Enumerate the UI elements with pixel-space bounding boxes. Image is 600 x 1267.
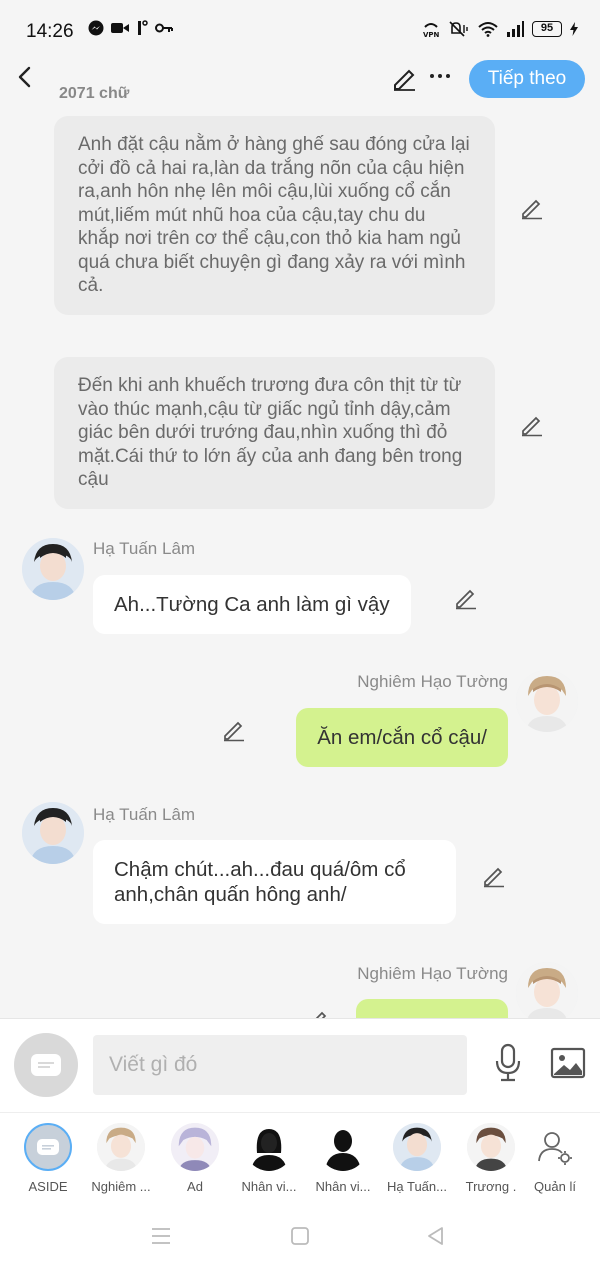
- character-item[interactable]: Nhân vi...: [306, 1123, 380, 1194]
- messenger-icon: [88, 20, 104, 36]
- character-name: Quản lí: [534, 1179, 576, 1194]
- microphone-icon: [495, 1043, 521, 1082]
- avatar[interactable]: [22, 802, 84, 864]
- avatar-nghiem-hao-tuong: [516, 962, 578, 1018]
- svg-text:VPN: VPN: [423, 31, 440, 38]
- character-name: Nhân vi...: [241, 1179, 297, 1194]
- back-button[interactable]: [10, 62, 38, 92]
- status-bar: 14:26 VPN 95: [0, 0, 600, 60]
- speaker-name: Nghiêm Hạo Tường: [357, 672, 508, 691]
- battery-indicator: 95: [532, 21, 562, 37]
- avatar: [97, 1123, 145, 1171]
- character-name: Nhân vi...: [315, 1179, 371, 1194]
- pencil-icon[interactable]: [306, 1008, 330, 1018]
- character-bar: ASIDE Nghiêm ... Ad Nhân vi... Nhân vi..…: [0, 1112, 600, 1202]
- character-item[interactable]: Hạ Tuấn...: [380, 1123, 454, 1194]
- pencil-icon: [394, 69, 415, 91]
- top-toolbar: 2071 chữ Tiếp theo: [0, 56, 600, 110]
- more-options-button[interactable]: [429, 62, 451, 94]
- character-name: ASIDE: [28, 1179, 68, 1194]
- chat-area[interactable]: Anh đặt cậu nằm ở hàng ghế sau đóng cửa …: [0, 110, 600, 1018]
- character-aside[interactable]: ASIDE: [11, 1123, 85, 1194]
- video-icon: [111, 23, 129, 33]
- message-bubble[interactable]: [356, 999, 508, 1018]
- avatar: [171, 1123, 219, 1171]
- pencil-icon[interactable]: [222, 718, 246, 742]
- character-item[interactable]: Nhân vi...: [232, 1123, 306, 1194]
- character-item[interactable]: Ad: [158, 1123, 232, 1194]
- input-bar: [0, 1018, 600, 1112]
- menu-icon[interactable]: [151, 1227, 171, 1245]
- wifi-icon: [478, 22, 498, 37]
- chevron-left-icon: [18, 66, 31, 88]
- avatar: [319, 1123, 367, 1171]
- avatar-ha-tuan-lam: [22, 538, 84, 600]
- avatar-nghiem-hao-tuong: [97, 1123, 145, 1171]
- speaker-name: Hạ Tuấn Lâm: [93, 805, 196, 824]
- message-bubble[interactable]: Chậm chút...ah...đau quá/ôm cổ anh,chân …: [93, 840, 456, 924]
- mute-icon: [449, 21, 468, 37]
- speaker-name: Hạ Tuấn Lâm: [93, 539, 196, 558]
- narration-bubble[interactable]: Đến khi anh khuếch trương đưa côn thịt t…: [54, 357, 495, 509]
- chat-bubble-icon: [31, 1054, 61, 1076]
- message-input[interactable]: [93, 1035, 467, 1095]
- pencil-icon[interactable]: [520, 196, 544, 220]
- avatar: [393, 1123, 441, 1171]
- avatar-ad: [171, 1123, 219, 1171]
- character-name: Hạ Tuấn...: [387, 1179, 447, 1194]
- next-button[interactable]: Tiếp theo: [469, 60, 585, 98]
- temperature-icon: [138, 20, 148, 35]
- voice-button[interactable]: [492, 1043, 524, 1088]
- character-name: Nghiêm ...: [91, 1179, 151, 1194]
- back-triangle-icon[interactable]: [426, 1226, 446, 1246]
- pencil-icon[interactable]: [520, 413, 544, 437]
- avatar: [245, 1123, 293, 1171]
- chat-bubble-icon: [37, 1139, 59, 1155]
- status-right-icons: VPN 95: [422, 20, 578, 38]
- signal-icon: [507, 21, 524, 37]
- image-icon: [550, 1047, 586, 1079]
- speaker-name: Nghiêm Hạo Tường: [357, 964, 508, 983]
- aside-avatar: [24, 1123, 72, 1171]
- pencil-icon[interactable]: [454, 586, 478, 610]
- avatar[interactable]: [22, 538, 84, 600]
- system-nav-bar: [0, 1202, 600, 1267]
- character-item[interactable]: Trương .: [454, 1123, 528, 1194]
- avatar-nghiem-hao-tuong: [516, 670, 578, 732]
- avatar: [467, 1123, 515, 1171]
- word-count: 2071 chữ: [59, 85, 130, 102]
- message-type-button[interactable]: [14, 1033, 78, 1097]
- narration-bubble[interactable]: Anh đặt cậu nằm ở hàng ghế sau đóng cửa …: [54, 116, 495, 315]
- message-bubble[interactable]: Ăn em/cắn cổ cậu/: [296, 708, 508, 767]
- vpn-icon: VPN: [423, 23, 440, 38]
- home-icon[interactable]: [290, 1226, 310, 1246]
- edit-button[interactable]: [391, 65, 417, 96]
- silhouette-male-icon: [325, 1130, 361, 1171]
- image-button[interactable]: [550, 1047, 586, 1084]
- avatar[interactable]: [516, 670, 578, 732]
- character-name: Trương .: [465, 1179, 517, 1194]
- charging-icon: [570, 22, 578, 36]
- avatar-ha-tuan-lam: [393, 1123, 441, 1171]
- message-bubble[interactable]: Ah...Tường Ca anh làm gì vậy: [93, 575, 411, 634]
- character-item[interactable]: Nghiêm ...: [84, 1123, 158, 1194]
- key-icon: [155, 23, 173, 33]
- silhouette-female-icon: [251, 1129, 287, 1171]
- status-time: 14:26: [26, 21, 74, 42]
- avatar-ha-tuan-lam: [22, 802, 84, 864]
- status-left-icons: [88, 20, 173, 36]
- avatar-truong: [467, 1123, 515, 1171]
- character-name: Ad: [187, 1179, 203, 1194]
- pencil-icon[interactable]: [482, 864, 506, 888]
- more-horizontal-icon: [430, 74, 450, 78]
- manage-characters-button[interactable]: Quản lí: [518, 1123, 592, 1194]
- manage-avatar: [531, 1123, 579, 1171]
- avatar[interactable]: [516, 962, 578, 1018]
- user-settings-icon: [538, 1132, 572, 1165]
